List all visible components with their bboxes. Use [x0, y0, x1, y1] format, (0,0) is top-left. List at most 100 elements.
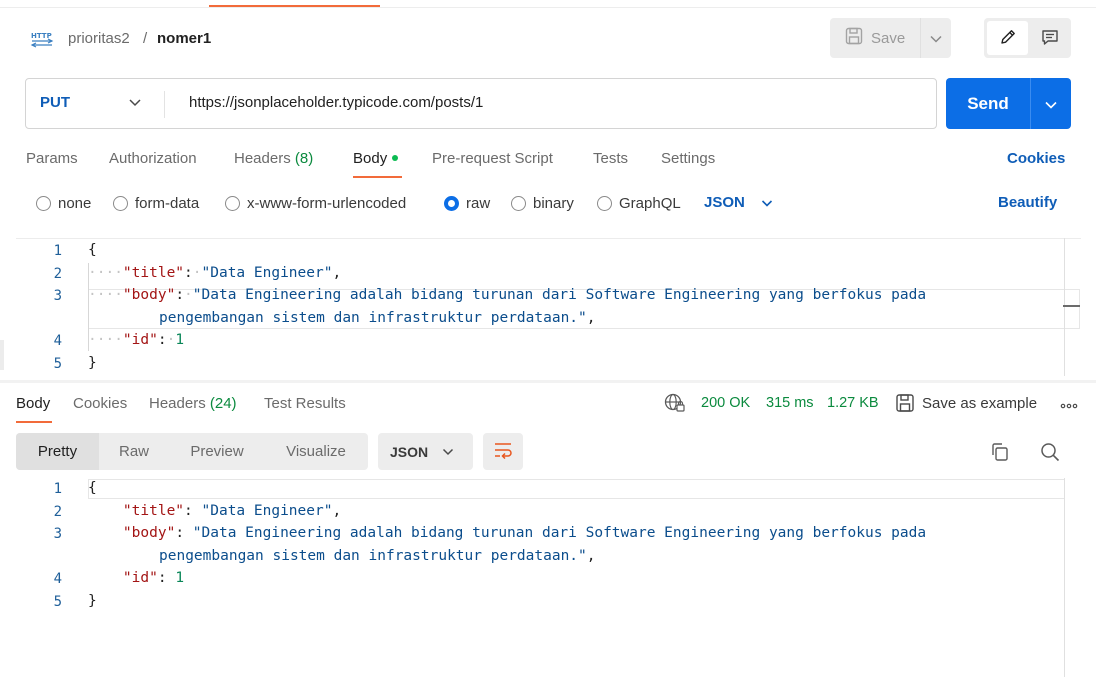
json-string: pengembangan sistem dan infrastruktur pe…	[159, 548, 587, 564]
radio-raw[interactable]: raw	[444, 194, 490, 212]
radio-urlencoded[interactable]: x-www-form-urlencoded	[225, 194, 406, 212]
tab-headers[interactable]: Headers (8)	[234, 150, 313, 167]
save-icon	[845, 27, 863, 49]
tab-settings[interactable]: Settings	[661, 150, 715, 167]
brace: }	[88, 593, 97, 609]
code-line: {	[88, 242, 97, 258]
request-editor-scrollbar[interactable]	[1064, 238, 1065, 376]
json-string: "Data Engineering adalah bidang turunan …	[192, 525, 927, 541]
radio-urlencoded-label: x-www-form-urlencoded	[247, 194, 407, 212]
json-key: "body"	[122, 287, 176, 303]
code-line: ····"id":·1	[88, 332, 185, 348]
code-line: }	[88, 593, 97, 609]
save-label: Save	[871, 29, 906, 47]
response-scrollbar[interactable]	[1064, 478, 1065, 677]
response-tab-body[interactable]: Body	[16, 395, 50, 412]
radio-circle	[597, 195, 612, 211]
tab-body-label: Body	[353, 150, 388, 167]
line-number: 5	[53, 356, 62, 372]
radio-graphql[interactable]: GraphQL	[597, 194, 681, 212]
tab-headers-label: Headers	[234, 150, 291, 167]
code-line: {	[88, 480, 97, 496]
save-icon	[895, 393, 915, 416]
sidebar-resize-handle[interactable]	[0, 340, 4, 370]
cookies-link[interactable]: Cookies	[1007, 150, 1065, 167]
code-line-wrapped: pengembangan sistem dan infrastruktur pe…	[159, 310, 596, 326]
code-line: "body": "Data Engineering adalah bidang …	[122, 525, 927, 541]
request-body-editor[interactable]: 1 2 3 4 5 { ····"title":·"Data Engineer"…	[16, 238, 1081, 376]
save-button[interactable]: Save	[830, 18, 920, 58]
radio-circle	[113, 195, 128, 211]
copy-icon[interactable]	[990, 442, 1010, 465]
response-size[interactable]: 1.27 KB	[827, 395, 879, 411]
view-mode-toggle	[984, 18, 1071, 58]
radio-none[interactable]: none	[36, 194, 91, 212]
save-options-dropdown[interactable]	[920, 18, 951, 58]
response-tab-headers[interactable]: Headers (24)	[149, 395, 237, 412]
brace: {	[88, 480, 97, 496]
format-preview-button[interactable]: Preview	[187, 433, 247, 470]
chevron-down-icon[interactable]	[128, 94, 142, 115]
radio-binary[interactable]: binary	[511, 194, 574, 212]
code-line: ····"title":·"Data Engineer",	[88, 265, 342, 281]
url-input[interactable]: https://jsonplaceholder.typicode.com/pos…	[189, 94, 483, 111]
format-raw-button[interactable]: Raw	[116, 433, 152, 470]
search-icon[interactable]	[1040, 442, 1060, 465]
tab-pre-request-script[interactable]: Pre-request Script	[432, 150, 553, 167]
line-number: 4	[53, 571, 62, 587]
response-tab-headers-label: Headers	[149, 395, 206, 412]
line-number: 5	[53, 594, 62, 610]
response-tab-cookies[interactable]: Cookies	[73, 395, 127, 412]
tab-body[interactable]: Body	[353, 150, 399, 167]
radio-raw-label: raw	[466, 194, 491, 212]
radio-binary-label: binary	[533, 194, 574, 212]
format-pretty-button[interactable]: Pretty	[16, 433, 99, 470]
pencil-icon	[999, 28, 1017, 49]
response-format-tabs: Pretty Raw Preview Visualize	[16, 433, 368, 470]
radio-form-data[interactable]: form-data	[113, 194, 199, 212]
http-method-select[interactable]: PUT	[40, 94, 70, 111]
comment-icon	[1041, 28, 1059, 49]
json-string: pengembangan sistem dan infrastruktur pe…	[159, 310, 587, 326]
request-url-bar: PUT https://jsonplaceholder.typicode.com…	[25, 78, 937, 129]
tab-tests[interactable]: Tests	[593, 150, 628, 167]
radio-circle	[36, 195, 51, 211]
radio-circle	[511, 195, 526, 211]
json-string: "Data Engineer"	[201, 265, 333, 281]
code-line: "id": 1	[122, 570, 185, 586]
radio-graphql-label: GraphQL	[619, 194, 681, 212]
radio-form-data-label: form-data	[135, 194, 200, 212]
comments-button[interactable]	[1031, 21, 1068, 55]
json-key: "body"	[122, 525, 176, 541]
pane-resize-handle[interactable]	[0, 380, 1096, 383]
more-horizontal-icon[interactable]	[1060, 398, 1078, 414]
tab-params[interactable]: Params	[26, 150, 78, 167]
response-tab-headers-count: (24)	[209, 395, 237, 412]
json-number: 1	[175, 570, 185, 586]
json-string: "Data Engineer"	[201, 503, 333, 519]
send-button[interactable]: Send	[946, 78, 1030, 129]
response-status-code[interactable]: 200 OK	[701, 395, 750, 411]
breadcrumb-collection[interactable]: prioritas2	[68, 30, 130, 47]
chevron-down-icon	[442, 444, 454, 460]
body-language-select[interactable]: JSON	[704, 194, 745, 211]
tab-authorization[interactable]: Authorization	[109, 150, 197, 167]
beautify-button[interactable]: Beautify	[998, 194, 1057, 211]
top-divider	[0, 7, 1096, 8]
brace: {	[88, 242, 97, 258]
wrap-lines-button[interactable]	[483, 433, 523, 470]
send-options-dropdown[interactable]	[1030, 78, 1071, 129]
response-time[interactable]: 315 ms	[766, 395, 814, 411]
scroll-position-marker	[1063, 305, 1080, 307]
edit-mode-button[interactable]	[987, 21, 1028, 55]
line-number: 3	[53, 288, 62, 304]
format-visualize-button[interactable]: Visualize	[283, 433, 349, 470]
response-tab-test-results[interactable]: Test Results	[264, 395, 346, 412]
save-as-example-button[interactable]: Save as example	[922, 395, 1037, 412]
globe-lock-icon[interactable]	[664, 393, 686, 416]
breadcrumb-request-name[interactable]: nomer1	[157, 30, 211, 47]
response-body-viewer[interactable]: 1 2 3 4 5 { "title": "Data Engineer", "b…	[16, 478, 1064, 677]
method-divider	[164, 91, 165, 118]
response-language-select[interactable]: JSON	[378, 433, 473, 470]
chevron-down-icon[interactable]	[761, 196, 773, 212]
